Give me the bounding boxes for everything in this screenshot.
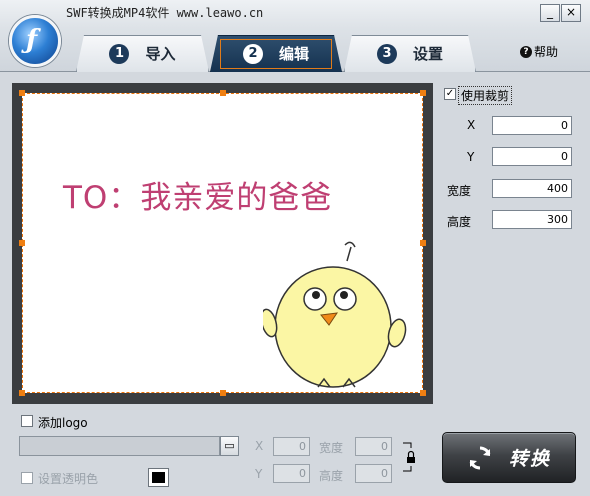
crop-handle-top-right[interactable] bbox=[420, 90, 426, 96]
crop-region[interactable]: TO：我亲爱的爸爸 bbox=[22, 93, 423, 393]
step-number-2: 2 bbox=[242, 43, 263, 64]
logo-y-field[interactable]: 0 bbox=[273, 464, 310, 483]
crop-width-label: 宽度 bbox=[447, 184, 472, 198]
crop-handle-bottom-right[interactable] bbox=[420, 390, 426, 396]
chick-illustration bbox=[263, 241, 407, 388]
tab-settings-label: 设置 bbox=[412, 45, 443, 63]
preview-area: TO：我亲爱的爸爸 bbox=[12, 83, 433, 404]
convert-label: 转换 bbox=[508, 448, 551, 470]
crop-width-field[interactable]: 400 bbox=[492, 179, 572, 198]
help-icon: ? bbox=[520, 45, 532, 58]
logo-y-label: Y bbox=[255, 467, 263, 481]
step-number-3: 3 bbox=[376, 43, 397, 64]
crop-handle-left[interactable] bbox=[19, 240, 25, 246]
crop-y-field[interactable]: 0 bbox=[492, 147, 572, 166]
logo-width-field[interactable]: 0 bbox=[355, 437, 392, 456]
tab-import-label: 导入 bbox=[145, 45, 176, 63]
refresh-icon bbox=[469, 446, 491, 469]
crop-handle-top-left[interactable] bbox=[19, 90, 25, 96]
use-crop-checkbox[interactable]: ✓ bbox=[444, 88, 456, 100]
use-crop-label[interactable]: 使用裁剪 bbox=[458, 86, 513, 105]
logo-path-input[interactable] bbox=[19, 436, 220, 456]
step-number-1: 1 bbox=[109, 43, 130, 64]
crop-height-field[interactable]: 300 bbox=[492, 210, 572, 229]
transparent-color-checkbox[interactable] bbox=[21, 472, 33, 484]
logo-width-label: 宽度 bbox=[319, 441, 344, 455]
browse-folder-button[interactable]: ▭ bbox=[220, 436, 239, 456]
app-window: ƒ SWF转换成MP4软件 www.leawo.cn _ × 1 导入 2 编辑… bbox=[0, 0, 590, 496]
crop-y-label: Y bbox=[467, 150, 475, 164]
greeting-text: TO：我亲爱的爸爸 bbox=[63, 180, 333, 216]
crop-x-field[interactable]: 0 bbox=[492, 116, 572, 135]
aspect-lock-icon[interactable] bbox=[400, 442, 418, 472]
help-button[interactable]: ? 帮助 bbox=[520, 43, 558, 60]
crop-x-label: X bbox=[467, 118, 476, 132]
close-button[interactable]: × bbox=[561, 4, 581, 22]
crop-handle-bottom-left[interactable] bbox=[19, 390, 25, 396]
logo-height-label: 高度 bbox=[319, 469, 344, 483]
logo-x-field[interactable]: 0 bbox=[273, 437, 310, 456]
tab-edit[interactable]: 2 编辑 bbox=[210, 35, 342, 72]
logo-x-label: X bbox=[255, 439, 264, 453]
title-bar: ƒ SWF转换成MP4软件 www.leawo.cn _ × 1 导入 2 编辑… bbox=[0, 0, 590, 72]
transparent-color-label: 设置透明色 bbox=[38, 472, 99, 486]
logo-height-field[interactable]: 0 bbox=[355, 464, 392, 483]
add-logo-checkbox[interactable] bbox=[21, 415, 33, 427]
crop-handle-top[interactable] bbox=[220, 90, 226, 96]
folder-icon: ▭ bbox=[224, 439, 235, 452]
tab-edit-label: 编辑 bbox=[278, 45, 309, 63]
crop-height-label: 高度 bbox=[447, 215, 472, 229]
transparent-color-picker[interactable] bbox=[148, 468, 169, 487]
tab-import[interactable]: 1 导入 bbox=[76, 35, 209, 72]
tab-settings[interactable]: 3 设置 bbox=[344, 35, 476, 72]
crop-handle-right[interactable] bbox=[420, 240, 426, 246]
app-logo-icon: ƒ bbox=[9, 15, 61, 67]
crop-handle-bottom[interactable] bbox=[220, 390, 226, 396]
help-label: 帮助 bbox=[534, 45, 559, 59]
convert-button[interactable]: 转换 bbox=[442, 432, 576, 483]
window-title: SWF转换成MP4软件 www.leawo.cn bbox=[66, 6, 264, 20]
minimize-button[interactable]: _ bbox=[540, 4, 560, 22]
add-logo-label[interactable]: 添加logo bbox=[38, 414, 88, 431]
